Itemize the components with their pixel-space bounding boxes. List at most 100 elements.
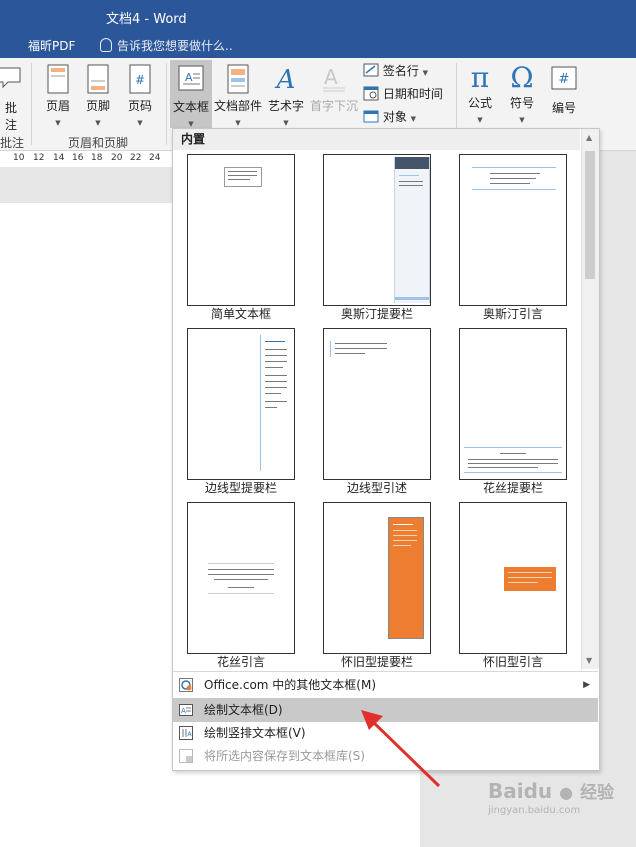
- omega-icon: Ω: [510, 61, 534, 94]
- thumb-edge-quote[interactable]: [323, 328, 431, 480]
- thumb-label: 边线型提要栏: [204, 481, 277, 495]
- thumb-simple-textbox[interactable]: [187, 154, 295, 306]
- textbox-button[interactable]: A 文本框 ▼: [170, 60, 212, 128]
- page-number-icon: #: [129, 64, 151, 94]
- thumb-austin-sidebar[interactable]: [323, 154, 431, 306]
- group-header-footer: 页眉和页脚: [68, 136, 129, 150]
- thumb-filigree-quote[interactable]: [187, 502, 295, 654]
- textbox-label: 文本框: [172, 100, 209, 114]
- paw-icon: ●: [559, 783, 574, 802]
- chevron-down-icon: ▼: [235, 119, 241, 127]
- svg-text:A: A: [185, 71, 193, 84]
- chevron-down-icon: ▼: [95, 119, 101, 127]
- wordart-label: 艺术字: [267, 99, 304, 113]
- equation-button[interactable]: π 公式 ▼: [460, 62, 500, 125]
- baidu-jingyan-watermark: Baidu ● 经验 jingyan.baidu.com: [488, 778, 618, 828]
- svg-text:A: A: [181, 707, 186, 715]
- gallery-section-header: 内置: [173, 129, 580, 150]
- scrollbar-thumb[interactable]: [585, 151, 595, 279]
- thumb-label: 花丝提要栏: [482, 481, 543, 495]
- symbol-button[interactable]: Ω 符号 ▼: [502, 61, 542, 125]
- ruler-tick-label: 12: [33, 153, 45, 163]
- header-label: 页眉: [45, 99, 70, 113]
- tell-me-text: 告诉我您想要做什么..: [117, 39, 233, 53]
- gallery-scrollbar[interactable]: ▲ ▼: [581, 129, 599, 669]
- ruler-tick-label: 14: [53, 153, 65, 163]
- comment-button[interactable]: 批注: [0, 64, 22, 133]
- menu-item-more-textboxes[interactable]: Office.com 中的其他文本框(M) ▶: [173, 673, 598, 697]
- lightbulb-icon: [100, 38, 112, 52]
- thumb-label: 简单文本框: [210, 307, 271, 321]
- menu-label: 将所选内容保存到文本框库(S): [204, 749, 365, 763]
- annotation-arrow: [361, 710, 441, 788]
- dropcap-icon: A: [323, 65, 345, 92]
- signature-label: 签名行: [382, 64, 419, 78]
- header-icon: [47, 64, 69, 94]
- svg-text:#: #: [135, 73, 145, 87]
- comment-label: 批注: [4, 101, 17, 132]
- group-comment: 批注: [0, 136, 25, 150]
- sidebar-preview: [394, 157, 430, 303]
- tab-foxit-pdf[interactable]: 福昕PDF: [28, 37, 75, 54]
- quick-parts-button[interactable]: 文档部件 ▼: [214, 64, 262, 127]
- save-to-gallery-icon: [179, 749, 193, 763]
- equation-label: 公式: [467, 96, 492, 110]
- chevron-down-icon: ▼: [422, 69, 429, 77]
- wordart-button[interactable]: A 艺术字 ▼: [264, 64, 308, 127]
- chevron-down-icon: ▼: [410, 115, 417, 123]
- group-divider: [166, 63, 167, 145]
- menu-divider: [173, 671, 598, 672]
- document-background-right: [600, 151, 636, 847]
- textbox-gallery: 简单文本框 奥斯汀提要栏 奥斯汀引言 边线型提要栏 边线型引述 花丝提要栏 花丝…: [173, 151, 583, 669]
- svg-text:A: A: [324, 65, 338, 89]
- header-button[interactable]: 页眉 ▼: [38, 64, 78, 127]
- chevron-down-icon: ▼: [55, 119, 61, 127]
- watermark-url: jingyan.baidu.com: [488, 805, 581, 816]
- thumb-label: 怀旧型引言: [482, 655, 543, 669]
- tell-me-search[interactable]: 告诉我您想要做什么..: [100, 37, 233, 54]
- signature-line-button[interactable]: 签名行 ▼: [363, 62, 428, 79]
- watermark-brand: Baidu: [488, 779, 553, 803]
- chevron-down-icon: ▼: [137, 119, 143, 127]
- thumb-austin-quote[interactable]: [459, 154, 567, 306]
- vertical-textbox-icon: A: [179, 726, 193, 740]
- menu-label: 绘制文本框(D): [204, 703, 283, 717]
- footer-label: 页脚: [85, 99, 110, 113]
- thumb-label: 边线型引述: [346, 481, 407, 495]
- ruler-tick-label: 20: [111, 153, 123, 163]
- thumb-retro-sidebar[interactable]: [323, 502, 431, 654]
- footer-button[interactable]: 页脚 ▼: [78, 64, 118, 127]
- dropcap-button[interactable]: A 首字下沉: [308, 64, 360, 114]
- thumb-filigree-sidebar[interactable]: [459, 328, 567, 480]
- chevron-right-icon: ▶: [583, 680, 590, 690]
- comment-icon: [0, 67, 21, 89]
- quick-parts-icon: [227, 64, 249, 94]
- svg-text:A: A: [275, 65, 296, 94]
- number-button[interactable]: # 编号: [544, 64, 584, 116]
- scroll-up-icon[interactable]: ▲: [586, 133, 592, 142]
- object-button[interactable]: 对象 ▼: [363, 108, 416, 125]
- thumb-retro-quote[interactable]: [459, 502, 567, 654]
- quote-preview: [330, 341, 391, 357]
- document-background: [0, 167, 172, 203]
- datetime-label: 日期和时间: [382, 87, 443, 101]
- page-number-button[interactable]: # 页码 ▼: [120, 64, 160, 127]
- page-number-label: 页码: [127, 99, 152, 113]
- datetime-button[interactable]: 日期和时间: [363, 85, 443, 102]
- ruler-tick-label: 22: [130, 153, 142, 163]
- ruler-tick-label: 18: [91, 153, 103, 163]
- thumb-label: 奥斯汀引言: [482, 307, 543, 321]
- scroll-down-icon[interactable]: ▼: [586, 656, 592, 665]
- calendar-icon: [363, 86, 379, 101]
- thumb-edge-sidebar[interactable]: [187, 328, 295, 480]
- horizontal-ruler: 10 12 14 16 18 20 22 24: [0, 151, 172, 167]
- group-divider: [31, 63, 32, 145]
- chevron-down-icon: ▼: [477, 116, 483, 124]
- svg-text:#: #: [559, 72, 570, 87]
- window-title: 文档4 - Word: [106, 12, 187, 27]
- thumb-label: 花丝引言: [216, 655, 265, 669]
- thumb-label: 奥斯汀提要栏: [340, 307, 413, 321]
- ruler-tick-label: 16: [72, 153, 84, 163]
- symbol-label: 符号: [509, 96, 534, 110]
- number-label: 编号: [551, 101, 576, 115]
